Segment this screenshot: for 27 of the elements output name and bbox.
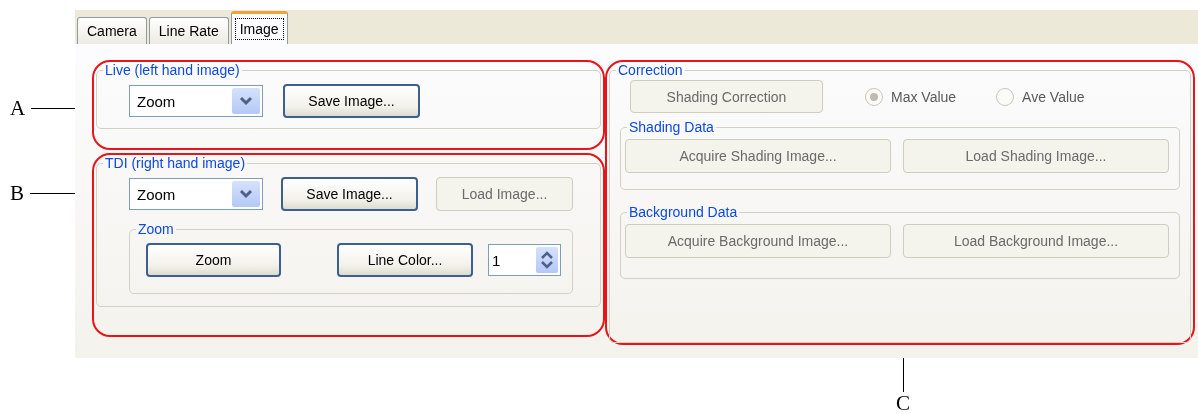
zoom-dropdown[interactable]: Zoom: [129, 178, 263, 210]
tab[interactable]: Image: [230, 11, 288, 44]
chevron-down-icon: [239, 189, 253, 199]
callout-label: A: [10, 97, 26, 119]
line-color-button[interactable]: Line Color...: [337, 243, 473, 277]
tab[interactable]: Line Rate: [148, 17, 229, 44]
up-down-arrows-icon: [540, 250, 554, 270]
leader-line: [30, 192, 75, 194]
group-title: Correction: [617, 62, 684, 78]
group-title: TDI (right hand image): [104, 155, 247, 171]
zoom-button[interactable]: Zoom: [146, 243, 281, 277]
group-title: Zoom: [137, 221, 175, 237]
number-spinner[interactable]: 1: [488, 244, 561, 276]
chevron-down-icon: [239, 96, 253, 106]
save-image-button[interactable]: Save Image...: [283, 84, 420, 118]
tab[interactable]: Camera: [77, 17, 147, 44]
group-title: Live (left hand image): [104, 62, 241, 78]
zoom-dropdown[interactable]: Zoom: [129, 85, 263, 117]
save-image-button[interactable]: Save Image...: [281, 177, 418, 211]
callout-label: B: [10, 182, 24, 204]
radio-label: Ave Value: [1022, 88, 1085, 105]
radio-label: Max Value: [891, 88, 957, 105]
group-title: Shading Data: [628, 119, 715, 135]
group-title: Background Data: [628, 204, 739, 220]
callout-label: C: [896, 392, 910, 414]
leader-line: [31, 107, 75, 109]
leader-line: [902, 358, 904, 392]
